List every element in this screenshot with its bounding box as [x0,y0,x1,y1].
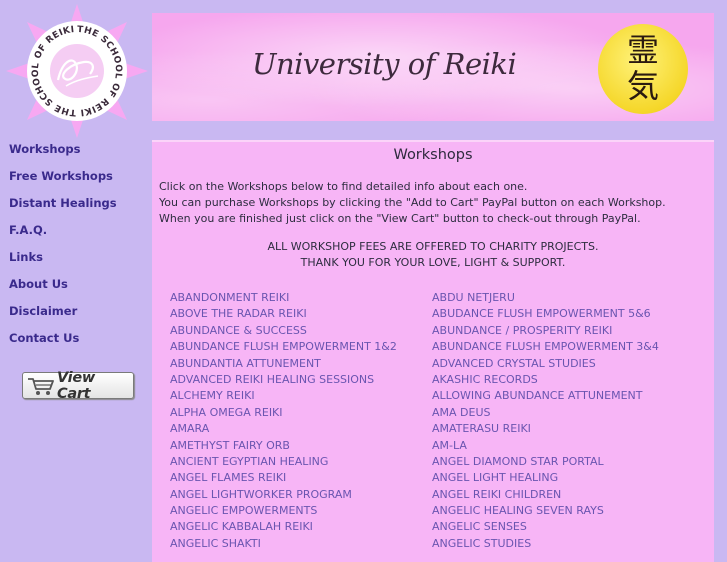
shopping-cart-icon [27,376,55,396]
nav-faq[interactable]: F.A.Q. [9,223,144,250]
workshop-link[interactable]: AMATERASU REIKI [432,421,659,437]
kanji-rei: 霊 [626,31,659,69]
workshop-link[interactable]: ABUNDANCE / PROSPERITY REIKI [432,323,659,339]
view-cart-button[interactable]: View Cart [22,369,134,402]
view-cart-label: View Cart [57,369,95,402]
workshop-link[interactable]: ANGELIC KABBALAH REIKI [170,519,397,535]
nav-links[interactable]: Links [9,250,144,277]
intro-text: Click on the Workshops below to find det… [159,179,709,227]
workshop-link[interactable]: ABUNDANCE & SUCCESS [170,323,397,339]
workshop-link[interactable]: ALCHEMY REIKI [170,388,397,404]
workshop-link[interactable]: AMARA [170,421,397,437]
content-panel: Workshops Click on the Workshops below t… [152,140,714,562]
workshop-link[interactable]: ANGEL REIKI CHILDREN [432,487,659,503]
charity-notice: ALL WORKSHOP FEES ARE OFFERED TO CHARITY… [152,239,714,271]
workshop-link[interactable]: ABUDANCE FLUSH EMPOWERMENT 5&6 [432,306,659,322]
main-nav: Workshops Free Workshops Distant Healing… [9,142,144,358]
workshop-link[interactable]: ABUNDANCE FLUSH EMPOWERMENT 3&4 [432,339,659,355]
nav-contact-us[interactable]: Contact Us [9,331,144,358]
header-banner: University of Reiki 霊 気 [152,13,714,121]
workshop-link[interactable]: ADVANCED REIKI HEALING SESSIONS [170,372,397,388]
nav-workshops[interactable]: Workshops [9,142,144,169]
workshop-link[interactable]: ANGELIC STUDIES [432,536,659,552]
workshop-link[interactable]: ABANDONMENT REIKI [170,290,397,306]
workshop-link[interactable]: AMA DEUS [432,405,659,421]
workshop-link[interactable]: ABUNDANTIA ATTUNEMENT [170,356,397,372]
workshop-list-right: ABDU NETJERU ABUDANCE FLUSH EMPOWERMENT … [432,290,659,552]
workshop-link[interactable]: ANGELIC SHAKTI [170,536,397,552]
workshop-link[interactable]: ANGELIC HEALING SEVEN RAYS [432,503,659,519]
intro-line: You can purchase Workshops by clicking t… [159,196,666,209]
intro-line: When you are finished just click on the … [159,212,641,225]
workshop-link[interactable]: ANGEL LIGHT HEALING [432,470,659,486]
workshop-link[interactable]: ALPHA OMEGA REIKI [170,405,397,421]
nav-distant-healings[interactable]: Distant Healings [9,196,144,223]
site-title: University of Reiki [252,47,517,81]
reiki-kanji-emblem: 霊 気 [598,24,688,114]
notice-line: ALL WORKSHOP FEES ARE OFFERED TO CHARITY… [267,240,599,253]
workshop-link[interactable]: ADVANCED CRYSTAL STUDIES [432,356,659,372]
page-title: Workshops [393,147,473,163]
intro-line: Click on the Workshops below to find det… [159,180,528,193]
workshop-link[interactable]: ALLOWING ABUNDANCE ATTUNEMENT [432,388,659,404]
kanji-ki: 気 [626,67,659,105]
school-logo: THE SCHOOL OF REIKI THE SCHOOL OF REIKI … [2,0,148,138]
workshop-link[interactable]: AM-LA [432,438,659,454]
workshop-link[interactable]: AKASHIC RECORDS [432,372,659,388]
workshop-link[interactable]: ABUNDANCE FLUSH EMPOWERMENT 1&2 [170,339,397,355]
nav-disclaimer[interactable]: Disclaimer [9,304,144,331]
workshop-list-left: ABANDONMENT REIKI ABOVE THE RADAR REIKI … [170,290,397,552]
nav-about-us[interactable]: About Us [9,277,144,304]
workshop-link[interactable]: AMETHYST FAIRY ORB [170,438,397,454]
nav-free-workshops[interactable]: Free Workshops [9,169,144,196]
workshop-link[interactable]: ANGEL DIAMOND STAR PORTAL [432,454,659,470]
workshop-link[interactable]: ABOVE THE RADAR REIKI [170,306,397,322]
workshop-link[interactable]: ABDU NETJERU [432,290,659,306]
workshop-link[interactable]: ANGELIC EMPOWERMENTS [170,503,397,519]
workshop-link[interactable]: ANGEL FLAMES REIKI [170,470,397,486]
workshop-link[interactable]: ANCIENT EGYPTIAN HEALING [170,454,397,470]
workshop-link[interactable]: ANGEL LIGHTWORKER PROGRAM [170,487,397,503]
notice-line: THANK YOU FOR YOUR LOVE, LIGHT & SUPPORT… [300,256,566,269]
workshop-link[interactable]: ANGELIC SENSES [432,519,659,535]
